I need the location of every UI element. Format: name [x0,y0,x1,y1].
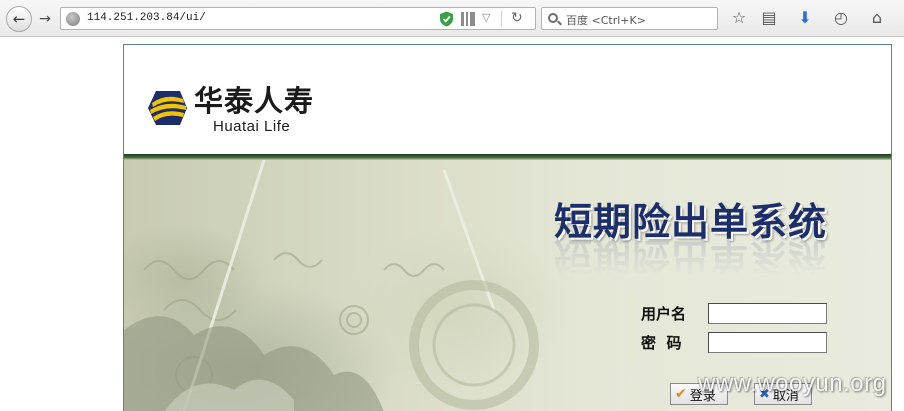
shield-icon[interactable] [439,11,454,27]
search-icon [548,13,558,23]
header: 华泰人寿 Huatai Life [124,45,891,155]
download-icon[interactable]: ⬇ [795,8,815,28]
back-icon[interactable]: ← [6,6,32,32]
forward-icon[interactable]: → [36,10,54,28]
history-icon[interactable]: ◴ [831,8,851,28]
company-logo-english: Huatai Life [213,118,291,135]
huatai-logo-icon [148,91,187,125]
url-bar[interactable]: 114.251.203.84/ui/ ▽ ↻ [60,7,536,30]
url-separator [501,11,502,27]
dropdown-icon[interactable]: ▽ [482,11,490,24]
reload-icon[interactable]: ↻ [511,10,523,26]
search-placeholder: 百度 <Ctrl+K> [566,14,646,27]
globe-icon [66,12,80,26]
search-bar[interactable]: 百度 <Ctrl+K> [541,7,718,30]
qr-code-icon[interactable] [461,12,475,26]
username-label: 用户名 [641,305,687,323]
username-input[interactable] [708,303,827,324]
browser-toolbar: ← → 114.251.203.84/ui/ ▽ ↻ 百度 <Ctrl+K> ☆… [0,0,904,37]
check-icon: ✔ [675,386,687,402]
password-input[interactable] [708,332,827,353]
company-logo-text: 华泰人寿 [194,84,315,118]
home-icon[interactable]: ⌂ [867,8,887,28]
login-page: 华泰人寿 Huatai Life 短期险出单系统 短期险出单系统 用户名 密 码… [123,44,892,411]
watermark: www.wooyun.org [698,370,887,397]
password-label: 密 码 [641,334,682,352]
url-text[interactable]: 114.251.203.84/ui/ [87,12,206,24]
bookmark-star-icon[interactable]: ☆ [729,8,749,28]
reading-list-icon[interactable]: ▤ [759,8,779,28]
system-title-reflection: 短期险出单系统 [554,234,828,279]
